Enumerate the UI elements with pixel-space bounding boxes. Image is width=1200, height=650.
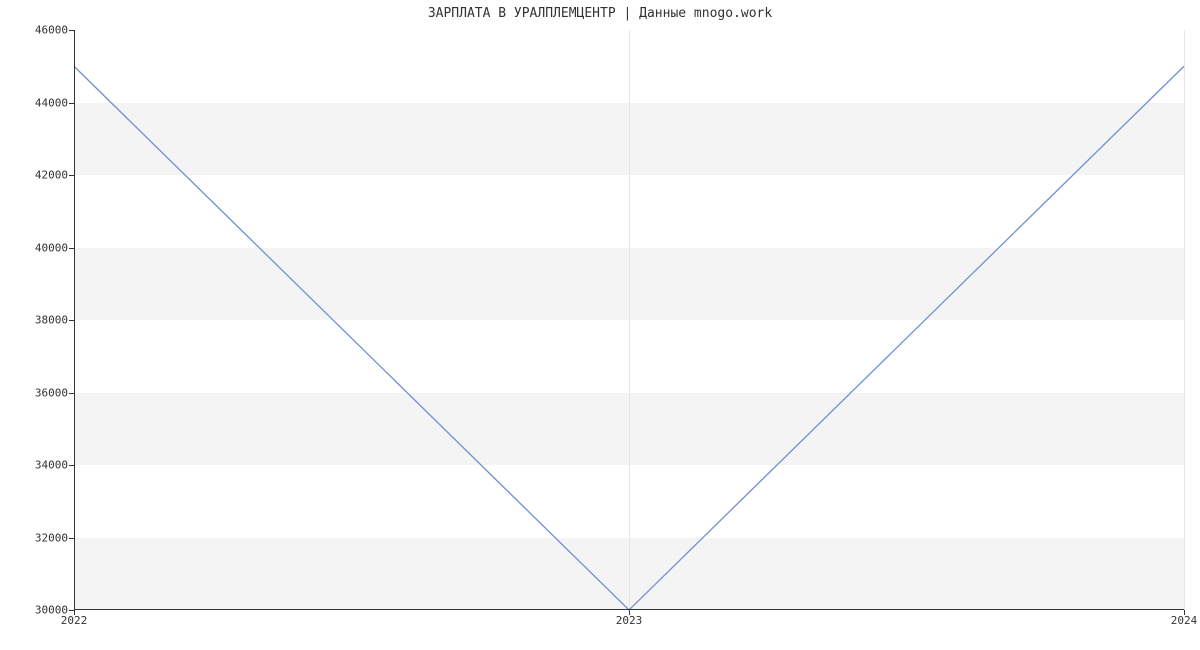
y-tick-label: 46000	[8, 24, 68, 37]
x-tick-label: 2022	[61, 614, 88, 627]
x-tick-label: 2024	[1171, 614, 1198, 627]
x-tick-label: 2023	[616, 614, 643, 627]
y-tick-label: 30000	[8, 604, 68, 617]
y-tick-label: 40000	[8, 241, 68, 254]
salary-line-chart: ЗАРПЛАТА В УРАЛПЛЕМЦЕНТР | Данные mnogo.…	[0, 0, 1200, 650]
vertical-gridline	[1184, 30, 1185, 610]
y-tick-label: 38000	[8, 314, 68, 327]
y-tick-label: 36000	[8, 386, 68, 399]
y-tick-label: 42000	[8, 169, 68, 182]
plot-area	[74, 30, 1184, 610]
chart-title: ЗАРПЛАТА В УРАЛПЛЕМЦЕНТР | Данные mnogo.…	[0, 6, 1200, 21]
plot-frame	[74, 30, 1184, 610]
y-tick-label: 34000	[8, 459, 68, 472]
y-tick-label: 44000	[8, 96, 68, 109]
y-tick-label: 32000	[8, 531, 68, 544]
